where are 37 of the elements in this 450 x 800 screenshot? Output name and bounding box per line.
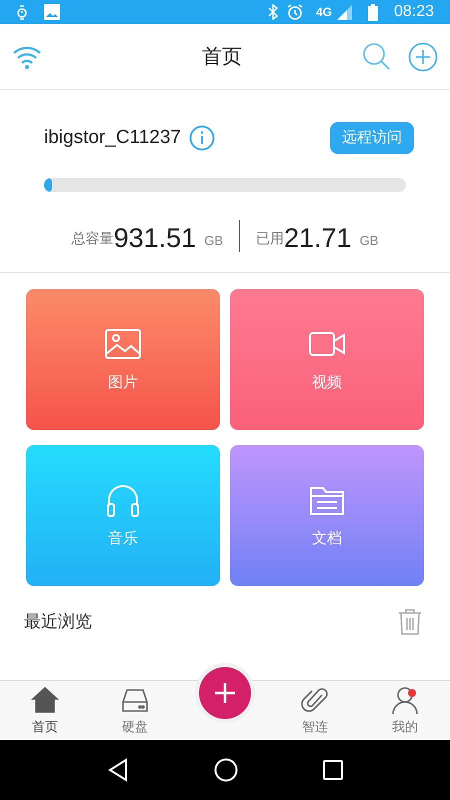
add-icon[interactable] — [408, 42, 438, 72]
remote-access-button[interactable]: 远程访问 — [330, 122, 414, 154]
plus-icon — [213, 681, 237, 705]
used-value: 21.71 — [284, 225, 352, 252]
trash-icon[interactable] — [398, 609, 422, 635]
home-icon — [30, 684, 60, 715]
used-label: 已用 — [256, 229, 284, 248]
tab[interactable]: 智连 — [270, 681, 360, 740]
tab[interactable]: 我的 — [360, 681, 450, 740]
category-tile[interactable]: 文档 — [230, 445, 424, 586]
stopwatch-icon — [16, 4, 28, 20]
person-icon — [390, 684, 420, 715]
recents-icon[interactable] — [323, 760, 344, 780]
category-tile[interactable]: 音乐 — [26, 445, 220, 586]
tab[interactable]: 首页 — [0, 681, 90, 740]
search-icon[interactable] — [362, 42, 392, 72]
back-icon[interactable] — [106, 758, 129, 782]
total-unit: GB — [204, 232, 223, 250]
info-icon[interactable] — [188, 125, 215, 151]
category-tile[interactable]: 图片 — [26, 289, 220, 430]
image-icon — [44, 4, 60, 20]
total-value: 931.51 — [114, 225, 196, 252]
used-unit: GB — [360, 232, 378, 250]
clock: 08:23 — [394, 2, 434, 22]
bluetooth-icon — [268, 4, 278, 20]
home-icon[interactable] — [214, 758, 238, 782]
section-title: 最近浏览 — [24, 611, 92, 634]
page-title: 首页 — [202, 44, 242, 70]
alarm-icon — [286, 3, 304, 21]
tab[interactable]: 硬盘 — [90, 681, 180, 740]
network-type: 4G — [316, 6, 332, 18]
device-name: ibigstor_C11237 — [44, 126, 181, 150]
signal-icon — [336, 4, 352, 20]
battery-icon — [368, 4, 378, 20]
total-label: 总容量 — [72, 229, 114, 248]
category-tile[interactable]: 视频 — [230, 289, 424, 430]
add-button[interactable] — [199, 667, 251, 719]
